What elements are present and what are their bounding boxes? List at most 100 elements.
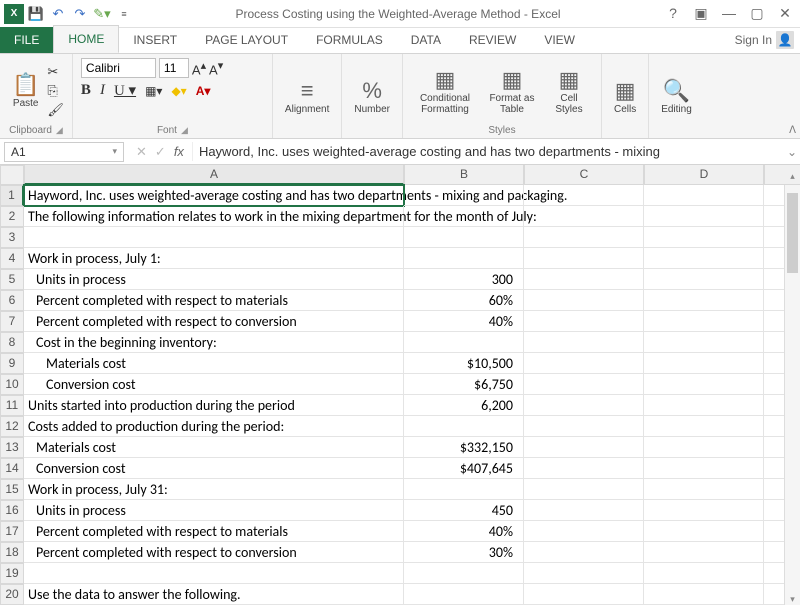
underline-button[interactable]: U ▾ xyxy=(114,81,136,100)
increase-font-icon[interactable]: A▴ xyxy=(192,59,206,77)
insert-function-icon[interactable]: fx xyxy=(174,144,184,160)
cell-B11[interactable]: 6,200 xyxy=(404,395,524,416)
cell-B12[interactable] xyxy=(404,416,524,437)
tab-data[interactable]: DATA xyxy=(397,27,455,53)
cell-A1[interactable]: Hayword, Inc. uses weighted-average cost… xyxy=(24,185,404,206)
row-header-3[interactable]: 3 xyxy=(0,227,24,248)
select-all-corner[interactable] xyxy=(0,165,24,185)
row-header-8[interactable]: 8 xyxy=(0,332,24,353)
cell-D10[interactable] xyxy=(644,374,764,395)
vertical-scrollbar[interactable]: ▴ ▾ xyxy=(784,185,800,605)
font-dialog-launcher[interactable]: ◢ xyxy=(181,125,188,135)
cell-D6[interactable] xyxy=(644,290,764,311)
save-icon[interactable]: 💾 xyxy=(26,4,46,24)
cells-button[interactable]: ▦Cells xyxy=(610,76,640,117)
help-icon[interactable]: ? xyxy=(662,5,684,22)
cell-C9[interactable] xyxy=(524,353,644,374)
cell-D5[interactable] xyxy=(644,269,764,290)
cell-A4[interactable]: Work in process, July 1: xyxy=(24,248,404,269)
cell-D14[interactable] xyxy=(644,458,764,479)
cell-C8[interactable] xyxy=(524,332,644,353)
row-header-17[interactable]: 17 xyxy=(0,521,24,542)
grid[interactable]: ABCDE1Hayword, Inc. uses weighted-averag… xyxy=(0,165,800,605)
cell-A11[interactable]: Units started into production during the… xyxy=(24,395,404,416)
cell-A6[interactable]: Percent completed with respect to materi… xyxy=(24,290,404,311)
cell-B16[interactable]: 450 xyxy=(404,500,524,521)
cell-C20[interactable] xyxy=(524,584,644,605)
formula-expand-icon[interactable]: ⌄ xyxy=(784,145,800,159)
formula-input[interactable]: Hayword, Inc. uses weighted-average cost… xyxy=(192,142,784,161)
tab-view[interactable]: VIEW xyxy=(530,27,589,53)
cell-A2[interactable]: The following information relates to wor… xyxy=(24,206,404,227)
tab-home[interactable]: HOME xyxy=(53,25,119,53)
row-header-14[interactable]: 14 xyxy=(0,458,24,479)
cell-B7[interactable]: 40% xyxy=(404,311,524,332)
row-header-18[interactable]: 18 xyxy=(0,542,24,563)
row-header-7[interactable]: 7 xyxy=(0,311,24,332)
cell-D20[interactable] xyxy=(644,584,764,605)
cell-D8[interactable] xyxy=(644,332,764,353)
cell-B5[interactable]: 300 xyxy=(404,269,524,290)
row-header-15[interactable]: 15 xyxy=(0,479,24,500)
row-header-1[interactable]: 1 xyxy=(0,185,24,206)
col-header-B[interactable]: B xyxy=(404,165,524,185)
cell-C17[interactable] xyxy=(524,521,644,542)
sign-in-button[interactable]: Sign In 👤 xyxy=(729,27,800,53)
font-size-input[interactable] xyxy=(159,58,189,78)
italic-button[interactable]: I xyxy=(100,82,105,99)
cell-C1[interactable] xyxy=(524,185,644,206)
cell-styles-button[interactable]: ▦Cell Styles xyxy=(545,65,593,117)
cell-B3[interactable] xyxy=(404,227,524,248)
cell-B20[interactable] xyxy=(404,584,524,605)
cell-C11[interactable] xyxy=(524,395,644,416)
cell-D18[interactable] xyxy=(644,542,764,563)
bold-button[interactable]: B xyxy=(81,82,91,99)
cell-D16[interactable] xyxy=(644,500,764,521)
cell-B10[interactable]: $6,750 xyxy=(404,374,524,395)
cell-C7[interactable] xyxy=(524,311,644,332)
cell-B1[interactable] xyxy=(404,185,524,206)
cell-C15[interactable] xyxy=(524,479,644,500)
editing-button[interactable]: 🔍Editing xyxy=(657,76,696,117)
undo-icon[interactable]: ↶ xyxy=(48,4,68,24)
cell-A10[interactable]: Conversion cost xyxy=(24,374,404,395)
row-header-16[interactable]: 16 xyxy=(0,500,24,521)
row-header-6[interactable]: 6 xyxy=(0,290,24,311)
cell-A7[interactable]: Percent completed with respect to conver… xyxy=(24,311,404,332)
cell-D4[interactable] xyxy=(644,248,764,269)
cell-B4[interactable] xyxy=(404,248,524,269)
fill-color-button[interactable]: ◆▾ xyxy=(171,84,186,98)
cell-C5[interactable] xyxy=(524,269,644,290)
cell-A20[interactable]: Use the data to answer the following. xyxy=(24,584,404,605)
cell-D13[interactable] xyxy=(644,437,764,458)
cell-B14[interactable]: $407,645 xyxy=(404,458,524,479)
border-button[interactable]: ▦▾ xyxy=(145,84,162,98)
tab-page-layout[interactable]: PAGE LAYOUT xyxy=(191,27,302,53)
tab-file[interactable]: FILE xyxy=(0,27,53,53)
row-header-20[interactable]: 20 xyxy=(0,584,24,605)
maximize-icon[interactable]: ▢ xyxy=(746,5,768,22)
collapse-ribbon-icon[interactable]: ᐱ xyxy=(789,125,796,136)
cell-D19[interactable] xyxy=(644,563,764,584)
tab-insert[interactable]: INSERT xyxy=(119,27,191,53)
cell-D17[interactable] xyxy=(644,521,764,542)
font-color-button[interactable]: A▾ xyxy=(196,84,211,98)
col-header-C[interactable]: C xyxy=(524,165,644,185)
number-button[interactable]: %Number xyxy=(350,76,394,117)
copy-icon[interactable]: ⎘ xyxy=(47,83,64,99)
format-painter-icon[interactable]: 🖌 xyxy=(47,102,64,118)
cell-B9[interactable]: $10,500 xyxy=(404,353,524,374)
cell-A8[interactable]: Cost in the beginning inventory: xyxy=(24,332,404,353)
cell-C6[interactable] xyxy=(524,290,644,311)
row-header-2[interactable]: 2 xyxy=(0,206,24,227)
cell-C4[interactable] xyxy=(524,248,644,269)
close-icon[interactable]: ✕ xyxy=(774,5,796,22)
format-as-table-button[interactable]: ▦Format as Table xyxy=(483,65,541,117)
cell-B17[interactable]: 40% xyxy=(404,521,524,542)
enter-formula-icon[interactable]: ✓ xyxy=(155,144,166,160)
cell-D9[interactable] xyxy=(644,353,764,374)
cell-D11[interactable] xyxy=(644,395,764,416)
cell-C2[interactable] xyxy=(524,206,644,227)
cell-C13[interactable] xyxy=(524,437,644,458)
cell-D2[interactable] xyxy=(644,206,764,227)
